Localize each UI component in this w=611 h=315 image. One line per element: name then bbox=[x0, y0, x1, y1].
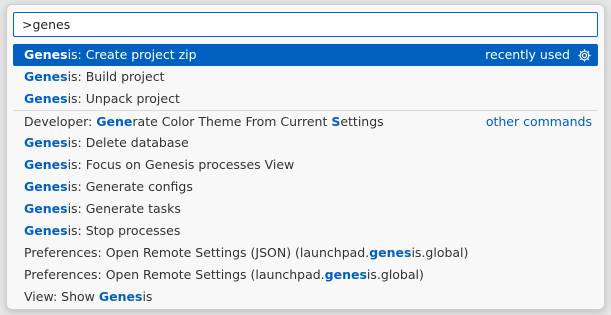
match-highlight: Genes bbox=[24, 91, 68, 106]
command-item-meta: recently used bbox=[485, 44, 592, 66]
match-highlight: S bbox=[331, 114, 341, 129]
command-label: Genesis: Generate tasks bbox=[24, 201, 181, 216]
recently-used-label: recently used bbox=[485, 47, 570, 62]
command-label: Genesis: Stop processes bbox=[24, 223, 180, 238]
command-label: View: Show Genesis bbox=[24, 289, 152, 304]
match-highlight: Genes bbox=[24, 223, 68, 238]
command-label: Preferences: Open Remote Settings (JSON)… bbox=[24, 245, 468, 260]
match-highlight: Genes bbox=[24, 47, 68, 62]
label-text: is: Stop processes bbox=[67, 223, 181, 238]
label-text: rate Color Theme From Current bbox=[132, 114, 332, 129]
command-item[interactable]: Genesis: Stop processes bbox=[13, 220, 598, 242]
match-highlight: Genes bbox=[24, 201, 68, 216]
command-label: Genesis: Unpack project bbox=[24, 91, 180, 106]
command-item[interactable]: Genesis: Build project bbox=[13, 66, 598, 88]
command-item[interactable]: Genesis: Create project zip recently used bbox=[13, 44, 598, 66]
label-text: is: Unpack project bbox=[67, 91, 180, 106]
command-label: Genesis: Focus on Genesis processes View bbox=[24, 157, 294, 172]
label-text: Developer: bbox=[24, 114, 97, 129]
match-highlight: Genes bbox=[24, 157, 68, 172]
label-text: is.global) bbox=[411, 245, 469, 260]
label-text: is bbox=[142, 289, 153, 304]
command-label: Genesis: Delete database bbox=[24, 135, 189, 150]
command-item[interactable]: Developer: Generate Color Theme From Cur… bbox=[13, 110, 598, 132]
other-commands-label: other commands bbox=[485, 114, 592, 129]
command-item[interactable]: Genesis: Generate configs bbox=[13, 176, 598, 198]
command-label: Developer: Generate Color Theme From Cur… bbox=[24, 114, 384, 129]
match-highlight: Genes bbox=[24, 135, 68, 150]
match-highlight: Gene bbox=[96, 114, 133, 129]
gear-icon[interactable] bbox=[577, 48, 592, 63]
command-label: Preferences: Open Remote Settings (launc… bbox=[24, 267, 424, 282]
command-item[interactable]: Preferences: Open Remote Settings (JSON)… bbox=[13, 242, 598, 264]
command-label: Genesis: Generate configs bbox=[24, 179, 193, 194]
label-text: is: Delete database bbox=[67, 135, 189, 150]
command-input[interactable] bbox=[14, 13, 597, 36]
command-item[interactable]: Genesis: Generate tasks bbox=[13, 198, 598, 220]
command-label: Genesis: Build project bbox=[24, 69, 164, 84]
match-highlight: genes bbox=[324, 267, 367, 282]
command-item[interactable]: Preferences: Open Remote Settings (launc… bbox=[13, 264, 598, 286]
match-highlight: genes bbox=[369, 245, 412, 260]
label-text: Preferences: Open Remote Settings (launc… bbox=[24, 267, 325, 282]
label-text: is: Generate tasks bbox=[67, 201, 181, 216]
label-text: is: Generate configs bbox=[67, 179, 193, 194]
label-text: View: Show bbox=[24, 289, 99, 304]
command-input-box[interactable] bbox=[13, 12, 598, 37]
match-highlight: Genes bbox=[24, 69, 68, 84]
label-text: is: Create project zip bbox=[67, 47, 197, 62]
command-item[interactable]: Genesis: Delete database bbox=[13, 132, 598, 154]
command-item[interactable]: Genesis: Focus on Genesis processes View bbox=[13, 154, 598, 176]
command-label: Genesis: Create project zip bbox=[24, 47, 197, 62]
match-highlight: Genes bbox=[98, 289, 143, 304]
label-text: is.global) bbox=[366, 267, 424, 282]
label-text: ettings bbox=[340, 114, 384, 129]
command-palette: Genesis: Create project ziprecently used… bbox=[6, 4, 605, 310]
command-item-meta: other commands bbox=[486, 111, 592, 133]
match-highlight: Genes bbox=[24, 179, 68, 194]
label-text: is: Build project bbox=[67, 69, 165, 84]
command-item[interactable]: View: Show Genesis bbox=[13, 286, 598, 308]
label-text: is: Focus on Genesis processes View bbox=[67, 157, 295, 172]
command-list: Genesis: Create project zip recently used… bbox=[13, 44, 598, 308]
label-text: Preferences: Open Remote Settings (JSON)… bbox=[24, 245, 370, 260]
command-item[interactable]: Genesis: Unpack project bbox=[13, 88, 598, 110]
